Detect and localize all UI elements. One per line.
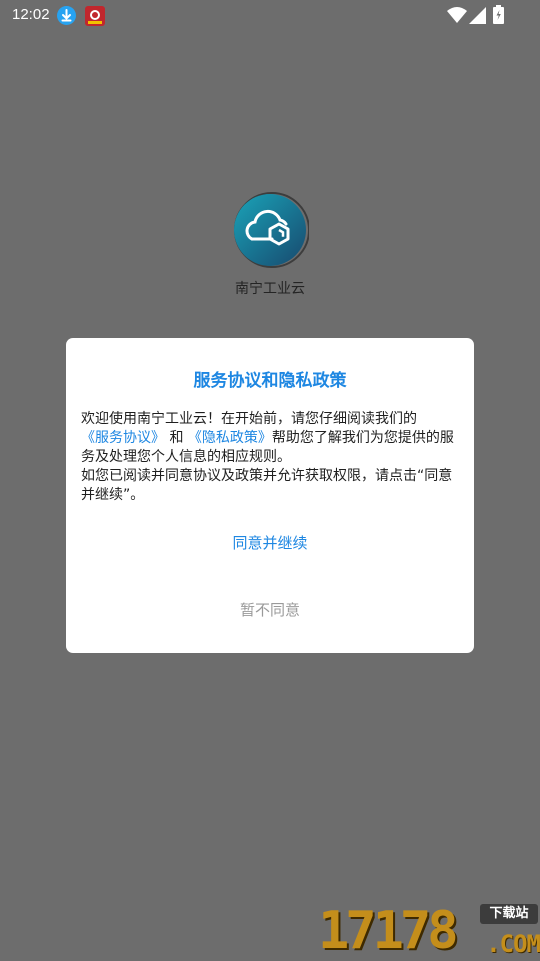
cloud-logo-icon	[233, 192, 310, 268]
dialog-consent-text: 如您已阅读并同意协议及政策并允许获取权限，请点击“同意并继续”。	[81, 468, 453, 503]
watermark-suffix: .COM	[486, 930, 540, 958]
service-agreement-link[interactable]: 《服务协议》	[81, 430, 165, 446]
app-notification-icon	[85, 6, 105, 26]
disagree-button[interactable]: 暂不同意	[66, 599, 474, 621]
privacy-policy-link[interactable]: 《隐私政策》	[188, 430, 272, 446]
privacy-dialog: 服务协议和隐私政策 欢迎使用南宁工业云！在开始前，请您仔细阅读我们的 《服务协议…	[66, 338, 474, 653]
app-name: 南宁工业云	[235, 281, 305, 297]
and-text: 和	[169, 430, 184, 446]
status-bar: 12:02	[0, 0, 540, 32]
agree-button[interactable]: 同意并继续	[66, 532, 474, 554]
dialog-title: 服务协议和隐私政策	[193, 371, 347, 391]
battery-charging-icon	[493, 5, 540, 28]
watermark-digits: 17178	[318, 901, 459, 961]
download-notification-icon	[57, 6, 76, 25]
dialog-body: 欢迎使用南宁工业云！在开始前，请您仔细阅读我们的 《服务协议》 和 《隐私政策》…	[81, 410, 458, 505]
watermark-badge: 下载站	[480, 904, 538, 924]
dialog-intro-text: 欢迎使用南宁工业云！在开始前，请您仔细阅读我们的	[81, 411, 417, 427]
site-watermark: 17178 下载站 .COM	[318, 900, 540, 960]
status-time: 12:02	[12, 6, 50, 23]
